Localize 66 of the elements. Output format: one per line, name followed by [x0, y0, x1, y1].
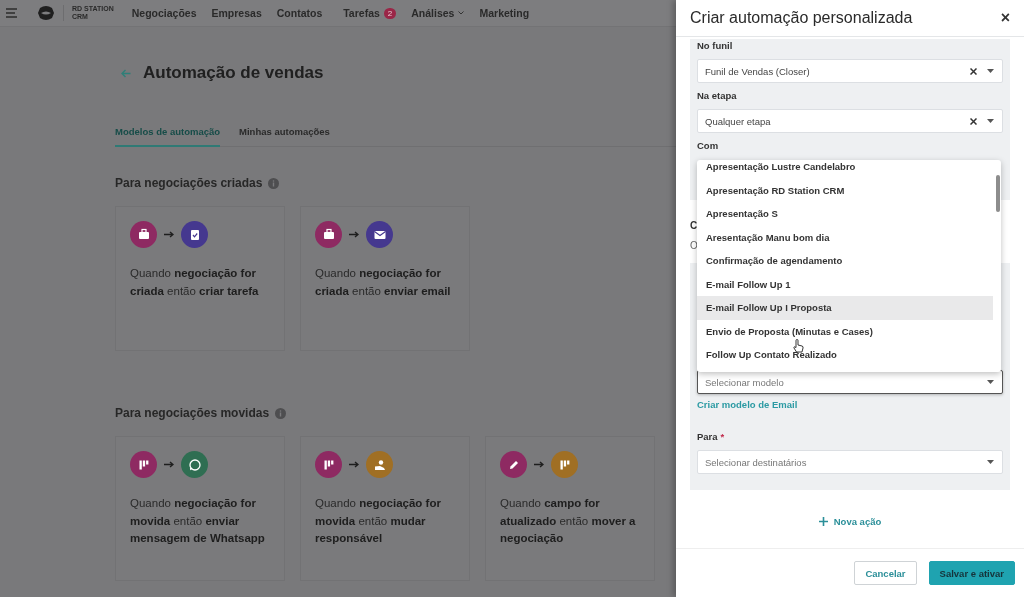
clear-icon[interactable] [970, 67, 977, 75]
dropdown-option[interactable]: Follow Up Contato Realizado [697, 343, 993, 367]
page-title: Automação de vendas [143, 63, 324, 83]
hand-cursor-icon [793, 339, 804, 353]
section-heading: Para negociações criadas [115, 176, 263, 190]
dropdown-option[interactable]: E-mail Follow Up I Proposta [697, 296, 993, 320]
nav-link[interactable]: Marketing [479, 7, 530, 19]
dropdown-option[interactable]: Confirmação de agendamento [697, 249, 993, 273]
menu-icon[interactable] [6, 8, 18, 18]
caret-icon [987, 460, 994, 464]
arrow-icon [349, 461, 359, 468]
field-label: No funil [697, 39, 734, 53]
nav-link[interactable]: Tarefas [343, 7, 380, 19]
close-button[interactable]: × [1000, 9, 1010, 27]
dropdown-option[interactable]: E-mail Follow Up 1 [697, 272, 993, 296]
automation-card[interactable]: Quando negociação for movida então enviar mensagem de Whatsapp [115, 436, 285, 581]
clear-icon[interactable] [970, 117, 977, 125]
select-field[interactable]: Selecionar modelo [697, 370, 1003, 394]
create-template-link[interactable]: Criar modelo de Email [697, 399, 798, 410]
card-description: Quando negociação for movida então mudar responsável [315, 496, 442, 546]
automation-card[interactable]: Quando negociação for movida então mudar responsável [300, 436, 470, 581]
drawer-title: Criar automação personalizada [690, 9, 913, 27]
field-label: Com [697, 139, 720, 153]
hint-text: O [690, 240, 697, 251]
info-icon [268, 177, 280, 189]
arrow-icon [164, 231, 174, 238]
automation-card[interactable]: Quando campo for atualizado então mover a negociação [485, 436, 655, 581]
section-heading: Para negociações movidas [115, 406, 270, 420]
field-label: C [690, 220, 697, 233]
add-action-button[interactable]: Nova ação [814, 514, 886, 529]
dropdown-option[interactable]: Apresentação S [697, 202, 993, 226]
tab[interactable]: Minhas automações [239, 122, 330, 147]
nav-link[interactable]: Negociações [131, 7, 197, 19]
caret-icon [987, 119, 994, 123]
caret-icon [987, 380, 994, 384]
card-description: Quando negociação for criada então enviar email [315, 266, 452, 299]
field-label: Na etapa [697, 89, 738, 103]
dropdown-option[interactable]: Apresentação RD Station CRM [697, 178, 993, 202]
arrow-icon [349, 231, 359, 238]
nav-link[interactable]: Contatos [276, 7, 323, 19]
scrollbar-thumb[interactable] [996, 175, 1000, 212]
card-description: Quando negociação for movida então enviar mensagem de Whatsapp [130, 496, 266, 546]
plus-icon [818, 517, 828, 526]
arrow-icon [534, 461, 544, 468]
automation-card[interactable]: Quando negociação for criada então enviar email [300, 206, 470, 351]
select-field[interactable]: Qualquer etapa [697, 109, 1003, 133]
info-icon [275, 407, 287, 419]
dropdown-option[interactable]: Aresentação Manu bom dia [697, 225, 993, 249]
card-description: Quando negociação for criada então criar tarefa [130, 266, 260, 299]
nav-link[interactable]: Análises [411, 7, 455, 19]
dropdown-option[interactable]: Envio de Proposta (Minutas e Cases) [697, 319, 993, 343]
select-field[interactable]: Funil de Vendas (Closer) [697, 59, 1003, 83]
field-label: Para [697, 430, 718, 444]
select-field[interactable]: Selecionar destinatários [697, 450, 1003, 474]
required-mark: * [720, 430, 725, 444]
dropdown-option[interactable]: Apresentação Lustre Candelabro [697, 160, 993, 179]
task-count: 2 [383, 7, 397, 19]
save-button[interactable]: Salvar e ativar [928, 561, 1015, 585]
caret-icon [987, 69, 994, 73]
arrow-icon [164, 461, 174, 468]
card-description: Quando campo for atualizado então mover a negociação [500, 496, 637, 546]
logo-icon[interactable] [37, 4, 55, 22]
automation-card[interactable]: Quando negociação for criada então criar tarefa [115, 206, 285, 351]
tab[interactable]: Modelos de automação [115, 122, 221, 147]
nav-link[interactable]: Empresas [211, 7, 262, 19]
cancel-button[interactable]: Cancelar [854, 561, 917, 585]
